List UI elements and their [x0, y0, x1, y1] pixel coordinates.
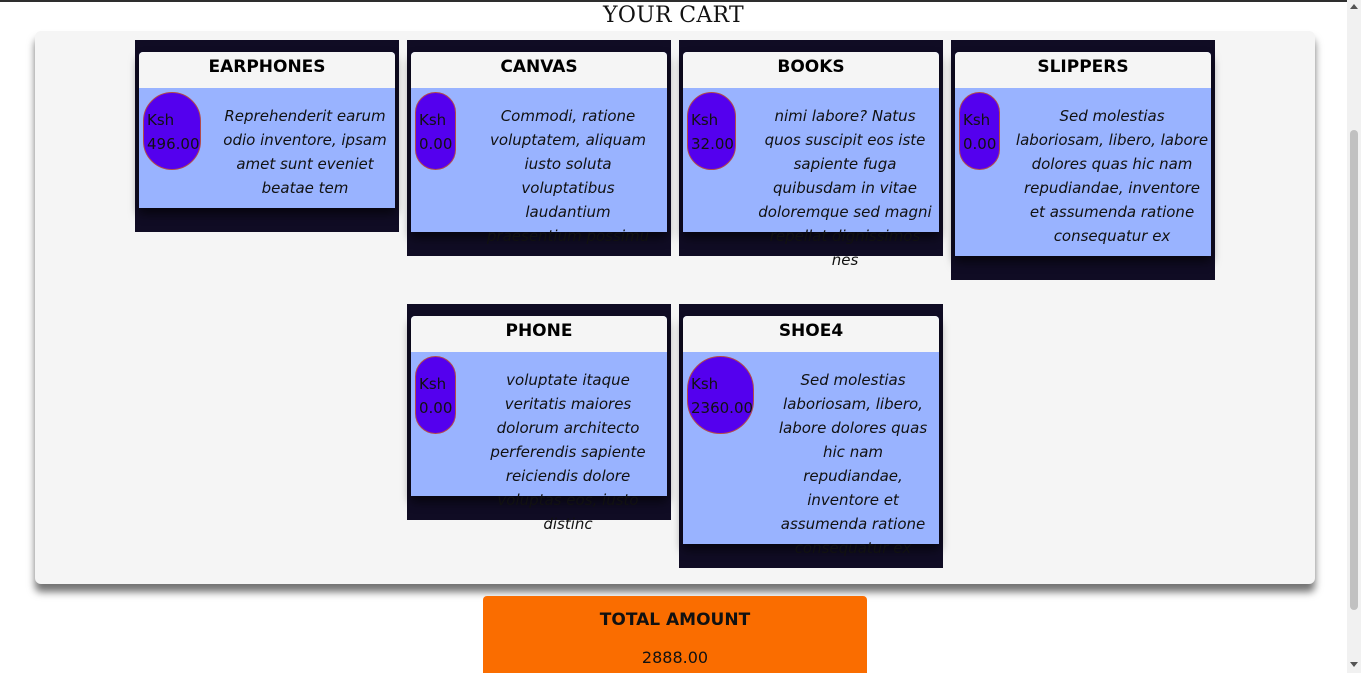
item-description: Commodi, ratione voluptatem, aliquam ius…	[486, 107, 650, 245]
cart-item-books[interactable]: BOOKS Ksh 32.00 nimi labore? Natus quos …	[679, 40, 943, 269]
cart-item-slippers[interactable]: SLIPPERS Ksh 0.00 Sed molestias laborios…	[951, 40, 1215, 280]
price-badge: Ksh 0.00	[415, 356, 456, 434]
price-value: 0.00	[963, 135, 997, 153]
cart-item-phone[interactable]: PHONE Ksh 0.00 voluptate itaque veritati…	[407, 304, 671, 533]
price-badge: Ksh 496.00	[143, 92, 201, 170]
cart-item-earphones[interactable]: EARPHONES Ksh 496.00 Reprehenderit earum…	[135, 40, 399, 232]
item-name: BOOKS	[683, 52, 939, 88]
item-name: PHONE	[411, 316, 667, 352]
total-amount-box: TOTAL AMOUNT 2888.00	[483, 596, 867, 673]
item-description: voluptate itaque veritatis maiores dolor…	[490, 371, 646, 533]
item-description: nimi labore? Natus quos suscipit eos ist…	[758, 107, 932, 269]
price-currency: Ksh	[147, 111, 175, 129]
top-border	[0, 0, 1361, 2]
total-amount-value: 2888.00	[641, 648, 709, 667]
scroll-down-arrow-icon[interactable]	[1350, 662, 1358, 667]
price-currency: Ksh	[419, 375, 447, 393]
item-description: Sed molestias laboriosam, libero, labore…	[778, 371, 928, 557]
price-currency: Ksh	[691, 375, 719, 393]
price-currency: Ksh	[963, 111, 991, 129]
price-badge: Ksh 32.00	[687, 92, 736, 170]
price-badge: Ksh 2360.00	[687, 356, 754, 434]
price-value: 2360.00	[691, 399, 754, 417]
price-badge: Ksh 0.00	[959, 92, 1000, 170]
cart-item-canvas[interactable]: CANVAS Ksh 0.00 Commodi, ratione volupta…	[407, 40, 671, 256]
price-value: 496.00	[147, 135, 200, 153]
scroll-up-arrow-icon[interactable]	[1350, 4, 1358, 9]
item-description: Sed molestias laboriosam, libero, labore…	[1015, 107, 1209, 245]
item-name: EARPHONES	[139, 52, 395, 88]
page-scrollbar[interactable]	[1347, 0, 1361, 673]
price-value: 0.00	[419, 135, 453, 153]
cart-item-shoe4[interactable]: SHOE4 Ksh 2360.00 Sed molestias laborios…	[679, 304, 943, 568]
item-name: SHOE4	[683, 316, 939, 352]
item-description: Reprehenderit earum odio inventore, ipsa…	[223, 107, 387, 197]
price-currency: Ksh	[691, 111, 719, 129]
item-name: SLIPPERS	[955, 52, 1211, 88]
price-badge: Ksh 0.00	[415, 92, 456, 170]
price-value: 32.00	[691, 135, 734, 153]
total-amount-label: TOTAL AMOUNT	[599, 610, 751, 630]
scrollbar-thumb[interactable]	[1350, 130, 1358, 610]
price-currency: Ksh	[419, 111, 447, 129]
page-title: YOUR CART	[603, 3, 744, 28]
item-name: CANVAS	[411, 52, 667, 88]
price-value: 0.00	[419, 399, 453, 417]
